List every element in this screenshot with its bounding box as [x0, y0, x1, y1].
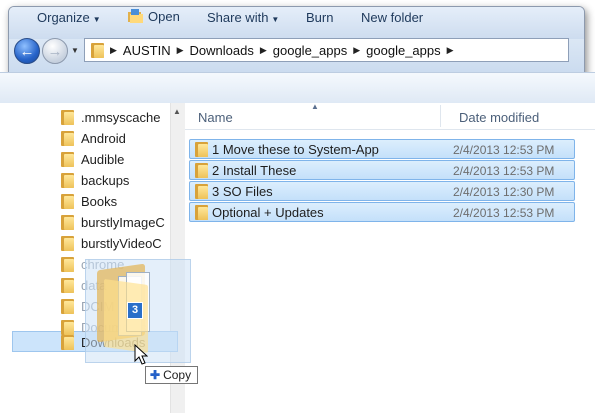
tree-item-label: .mmsyscache: [81, 110, 161, 125]
file-name: 1 Move these to System-App: [212, 142, 379, 157]
plus-icon: ✚: [150, 368, 161, 382]
tree-item-label: Android: [81, 131, 126, 146]
file-row[interactable]: 3 SO Files 2/4/2013 12:30 PM: [189, 181, 575, 201]
file-row[interactable]: Optional + Updates 2/4/2013 12:53 PM: [189, 202, 575, 222]
column-divider[interactable]: [440, 105, 441, 127]
breadcrumb-separator-icon[interactable]: ▶: [260, 45, 267, 56]
column-header: ▲ Name Date modified: [185, 102, 595, 130]
file-date-modified: 2/4/2013 12:53 PM: [453, 143, 555, 157]
tree-item[interactable]: burstlyVideoC: [61, 233, 162, 254]
tree-item[interactable]: Android: [61, 128, 126, 149]
address-bar[interactable]: ▶ AUSTIN ▶ Downloads ▶ google_apps ▶ goo…: [84, 38, 569, 62]
breadcrumb-google-apps[interactable]: google_apps: [273, 43, 347, 58]
tree-item[interactable]: .mmsyscache: [61, 107, 160, 128]
tree-item-label: backups: [81, 173, 130, 188]
organize-label: Organize: [37, 10, 90, 25]
breadcrumb-austin[interactable]: AUSTIN: [123, 43, 171, 58]
breadcrumb-google-apps-current[interactable]: google_apps: [366, 43, 440, 58]
folder-icon: [61, 236, 74, 251]
back-button[interactable]: ←: [14, 38, 40, 64]
open-label: Open: [148, 8, 180, 24]
folder-icon: [61, 194, 74, 209]
folder-icon: [195, 142, 208, 157]
tree-item-label: burstlyImageC: [81, 215, 165, 230]
mouse-pointer-icon: [134, 344, 148, 365]
copy-tooltip: ✚ Copy: [145, 366, 199, 384]
copy-tooltip-label: Copy: [163, 368, 192, 382]
open-folder-icon: [128, 9, 143, 23]
open-button[interactable]: Open: [127, 8, 180, 24]
dropdown-arrow-icon: ▼: [271, 15, 280, 24]
file-name: 2 Install These: [212, 163, 297, 178]
tree-item-label: Audible: [81, 152, 125, 167]
file-name: 3 SO Files: [212, 184, 273, 199]
folder-icon: [61, 299, 74, 314]
new-folder-label: New folder: [361, 10, 424, 25]
forward-arrow-icon: →: [47, 42, 63, 60]
recent-pages-dropdown-icon[interactable]: ▼: [70, 45, 80, 57]
dropdown-arrow-icon: ▼: [92, 15, 101, 24]
tree-item[interactable]: burstlyImageC: [61, 212, 165, 233]
tree-item[interactable]: Books: [61, 191, 117, 212]
folder-icon: [195, 184, 208, 199]
folder-icon: [195, 205, 208, 220]
file-row[interactable]: 2 Install These 2/4/2013 12:53 PM: [189, 160, 575, 180]
tree-item[interactable]: backups: [61, 170, 129, 191]
command-toolbar: [0, 72, 595, 104]
forward-button[interactable]: →: [42, 38, 68, 64]
share-with-button[interactable]: Share with ▼: [207, 10, 279, 25]
back-arrow-icon: ←: [19, 42, 35, 60]
file-date-modified: 2/4/2013 12:30 PM: [453, 185, 555, 199]
column-name[interactable]: Name: [198, 110, 233, 125]
tree-item[interactable]: Audible: [61, 149, 124, 170]
tree-item-label: burstlyVideoC: [81, 236, 162, 251]
folder-icon: [61, 131, 74, 146]
breadcrumb-separator-icon[interactable]: ▶: [110, 45, 117, 56]
file-date-modified: 2/4/2013 12:53 PM: [453, 206, 555, 220]
folder-icon: [195, 163, 208, 178]
folder-icon: [61, 278, 74, 293]
folder-icon: [91, 42, 104, 58]
folder-icon: [61, 173, 74, 188]
organize-button[interactable]: Organize ▼: [37, 10, 101, 25]
drag-count-badge: 3: [127, 302, 143, 319]
column-date-modified[interactable]: Date modified: [459, 110, 539, 125]
folder-icon: [61, 215, 74, 230]
burn-label: Burn: [306, 10, 334, 25]
breadcrumb-separator-icon[interactable]: ▶: [353, 45, 360, 56]
folder-icon: [61, 110, 74, 125]
file-date-modified: 2/4/2013 12:53 PM: [453, 164, 555, 178]
folder-icon: [61, 335, 74, 350]
sort-ascending-icon: ▲: [311, 102, 319, 111]
scroll-up-arrow-icon[interactable]: ▲: [170, 105, 184, 119]
file-name: Optional + Updates: [212, 205, 324, 220]
breadcrumb-separator-icon[interactable]: ▶: [177, 45, 184, 56]
breadcrumb-downloads[interactable]: Downloads: [190, 43, 254, 58]
burn-button[interactable]: Burn: [306, 10, 333, 25]
share-with-label: Share with: [207, 10, 269, 25]
folder-icon: [61, 257, 74, 272]
new-folder-button[interactable]: New folder: [361, 10, 423, 25]
file-row[interactable]: 1 Move these to System-App 2/4/2013 12:53…: [189, 139, 575, 159]
folder-icon: [61, 152, 74, 167]
breadcrumb-separator-icon[interactable]: ▶: [447, 45, 454, 56]
tree-item-label: Books: [81, 194, 118, 209]
